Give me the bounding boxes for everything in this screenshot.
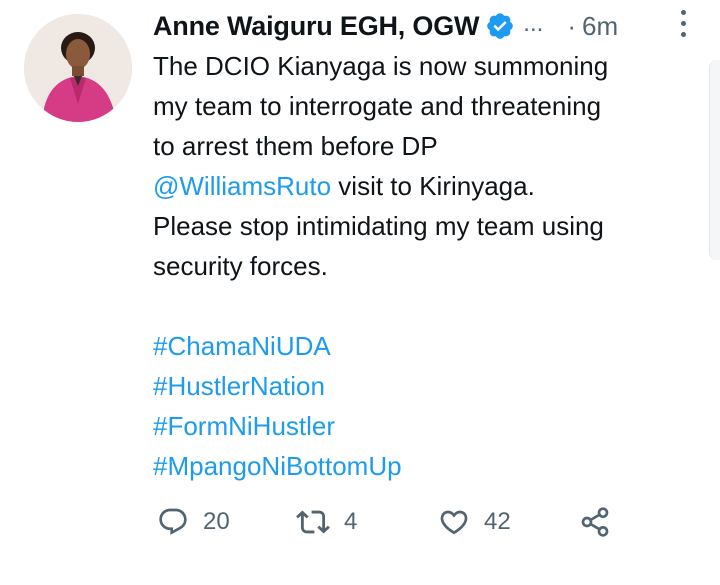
tweet-line: Please stop intimidating my team using — [153, 211, 604, 241]
like-count: 42 — [484, 508, 511, 535]
scrollbar[interactable] — [709, 60, 720, 260]
hashtag-link[interactable]: #HustlerNation — [153, 366, 703, 406]
share-button[interactable] — [579, 500, 611, 544]
avatar[interactable] — [24, 14, 132, 122]
timestamp[interactable]: 6m — [582, 11, 618, 42]
reply-icon — [159, 508, 187, 535]
reply-button[interactable]: 20 — [157, 500, 230, 544]
share-icon — [581, 507, 609, 537]
hashtag-link[interactable]: #ChamaNiUDA — [153, 326, 703, 366]
retweet-icon — [296, 510, 330, 534]
tweet-text: The DCIO Kianyaga is now summoning my te… — [153, 46, 703, 486]
author-name[interactable]: Anne Waiguru EGH, OGW — [153, 11, 479, 42]
more-options-icon[interactable] — [678, 10, 688, 42]
like-icon — [440, 510, 468, 535]
hashtag-link[interactable]: #MpangoNiBottomUp — [153, 446, 703, 486]
name-truncation: ... — [523, 10, 544, 37]
action-bar: 20 4 42 — [153, 500, 633, 544]
like-button[interactable]: 42 — [438, 500, 511, 544]
tweet-line: to arrest them before DP — [153, 131, 438, 161]
tweet-line-rest: visit to Kirinyaga. — [331, 171, 535, 201]
tweet-line: The DCIO Kianyaga is now summoning — [153, 51, 609, 81]
retweet-button[interactable]: 4 — [296, 500, 357, 544]
avatar-photo — [24, 14, 132, 122]
tweet-line: security forces. — [153, 251, 328, 281]
verified-badge-icon — [485, 11, 515, 41]
separator-dot: · — [567, 10, 576, 41]
tweet-header: Anne Waiguru EGH, OGW ... · 6m — [153, 8, 703, 44]
retweet-count: 4 — [344, 508, 358, 535]
tweet-line: @WilliamsRuto visit to Kirinyaga. — [153, 166, 703, 206]
tweet-line: my team to interrogate and threatening — [153, 91, 602, 121]
mention-link[interactable]: @WilliamsRuto — [153, 171, 331, 201]
reply-count: 20 — [203, 508, 230, 535]
hashtag-link[interactable]: #FormNiHustler — [153, 406, 703, 446]
